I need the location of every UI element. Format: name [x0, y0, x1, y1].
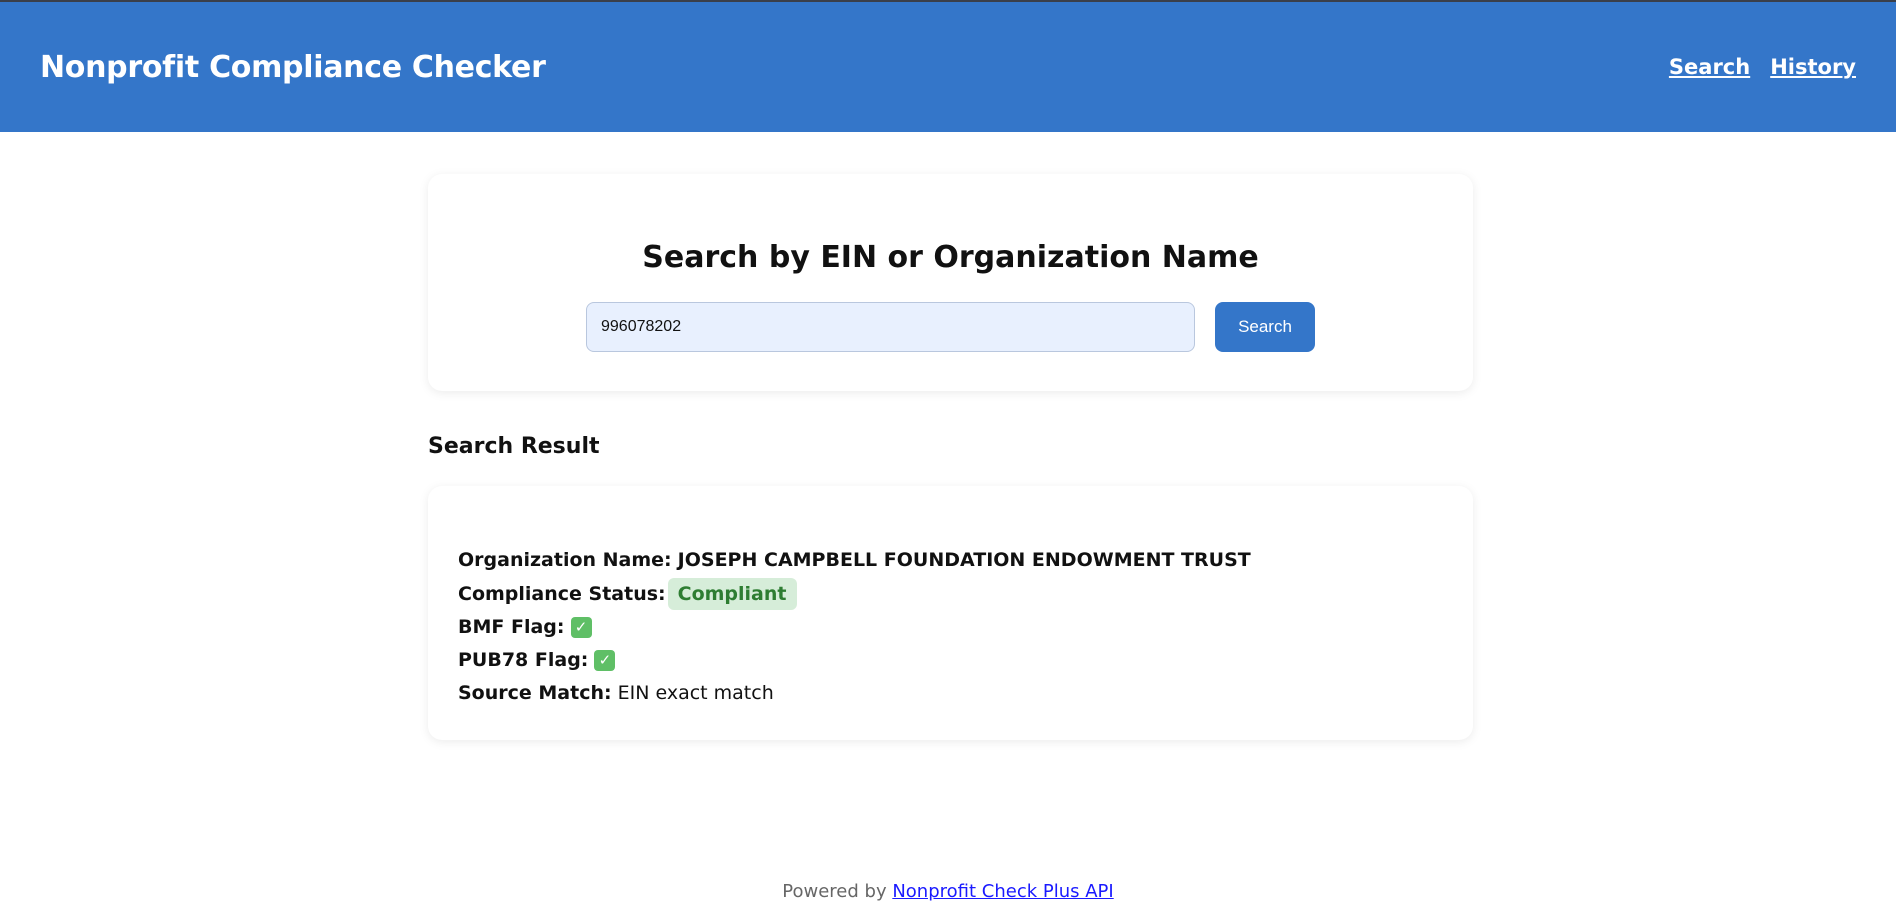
check-mark-icon: ✓ — [594, 649, 616, 671]
status-badge: Compliant — [667, 578, 797, 610]
search-button[interactable]: Search — [1215, 302, 1315, 352]
bmf-flag-label: BMF Flag: — [458, 616, 565, 638]
source-match-value: EIN exact match — [617, 682, 774, 704]
source-match-row: Source Match: EIN exact match — [458, 682, 774, 704]
footer-api-link[interactable]: Nonprofit Check Plus API — [892, 881, 1113, 902]
compliance-status-row: Compliance Status: Compliant — [458, 578, 797, 610]
nav-link-search[interactable]: Search — [1669, 55, 1750, 79]
footer: Powered by Nonprofit Check Plus API — [0, 881, 1896, 902]
result-heading: Search Result — [428, 434, 600, 459]
org-name-row: Organization Name: JOSEPH CAMPBELL FOUND… — [458, 549, 1251, 571]
compliance-status-label: Compliance Status: — [458, 583, 666, 605]
result-card: Organization Name: JOSEPH CAMPBELL FOUND… — [428, 486, 1473, 740]
nav-link-history[interactable]: History — [1770, 55, 1856, 79]
org-name-value: JOSEPH CAMPBELL FOUNDATION ENDOWMENT TRU… — [677, 549, 1251, 571]
footer-prefix: Powered by — [782, 881, 893, 902]
main-nav: Search History — [1669, 55, 1856, 79]
bmf-flag-row: BMF Flag: ✓ — [458, 616, 592, 638]
org-name-label: Organization Name: — [458, 549, 672, 571]
check-mark-icon: ✓ — [570, 616, 592, 638]
search-input[interactable] — [586, 302, 1195, 352]
search-title: Search by EIN or Organization Name — [642, 240, 1259, 275]
pub78-flag-label: PUB78 Flag: — [458, 649, 589, 671]
search-card: Search by EIN or Organization Name Searc… — [428, 174, 1473, 391]
app-header: Nonprofit Compliance Checker Search Hist… — [0, 2, 1896, 132]
app-title: Nonprofit Compliance Checker — [40, 49, 546, 85]
source-match-label: Source Match: — [458, 682, 612, 704]
pub78-flag-row: PUB78 Flag: ✓ — [458, 649, 616, 671]
